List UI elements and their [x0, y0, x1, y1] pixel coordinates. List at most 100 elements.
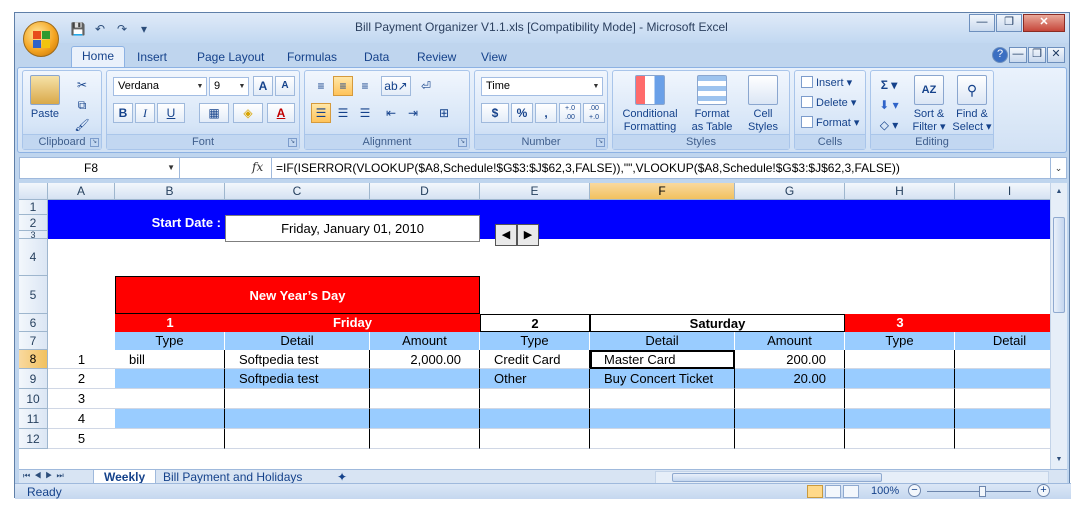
column-header-f[interactable]: F	[590, 183, 735, 200]
data-cell[interactable]	[845, 350, 955, 369]
data-cell[interactable]: Other	[480, 369, 590, 389]
cut-icon[interactable]: ✂	[71, 75, 93, 95]
italic-button[interactable]: I	[135, 103, 155, 123]
data-cell[interactable]	[480, 429, 590, 449]
conditional-formatting-button[interactable]: Conditional Formatting	[615, 75, 685, 134]
row-header-12[interactable]: 12	[19, 429, 48, 449]
column-header-h[interactable]: H	[845, 183, 955, 200]
font-size-select[interactable]: 9 ▼	[209, 77, 249, 96]
column-header-e[interactable]: E	[480, 183, 590, 200]
data-cell[interactable]	[115, 369, 225, 389]
clear-icon[interactable]: ◇ ▾	[875, 115, 903, 135]
align-bottom-icon[interactable]: ≡	[355, 76, 375, 96]
align-left-icon[interactable]: ☰	[311, 103, 331, 123]
tab-review[interactable]: Review	[407, 48, 466, 68]
font-launcher-icon[interactable]: ↘	[288, 138, 297, 147]
zoom-out-icon[interactable]: −	[908, 484, 921, 497]
format-painter-icon[interactable]: 🖌	[71, 115, 93, 135]
format-as-table-button[interactable]: Format as Table	[685, 75, 739, 134]
bold-button[interactable]: B	[113, 103, 133, 123]
column-header-i[interactable]: I	[955, 183, 1065, 200]
prev-week-icon[interactable]: ◀	[495, 224, 517, 246]
align-top-icon[interactable]: ≡	[311, 76, 331, 96]
wrap-text-icon[interactable]: ⏎	[415, 76, 437, 96]
redo-icon[interactable]: ↷	[113, 21, 131, 37]
customize-qat-icon[interactable]: ▾	[135, 21, 153, 37]
close-button[interactable]: ✕	[1023, 14, 1065, 32]
scroll-up-icon[interactable]: ▲	[1053, 185, 1065, 199]
data-cell[interactable]	[115, 409, 225, 429]
data-cell[interactable]: bill	[115, 350, 225, 369]
row-header-3[interactable]: 3	[19, 231, 48, 240]
next-week-icon[interactable]: ▶	[517, 224, 539, 246]
fill-icon[interactable]: ⬇ ▾	[875, 95, 903, 115]
data-cell[interactable]	[845, 369, 955, 389]
data-cell[interactable]: 200.00	[735, 350, 845, 369]
data-cell[interactable]: 20.00	[735, 369, 845, 389]
zoom-in-icon[interactable]: +	[1037, 484, 1050, 497]
data-cell[interactable]	[590, 429, 735, 449]
minimize-button[interactable]: —	[969, 14, 995, 32]
column-header-b[interactable]: B	[115, 183, 225, 200]
align-center-icon[interactable]: ☰	[333, 103, 353, 123]
data-cell[interactable]: Softpedia test	[225, 350, 370, 369]
data-cell[interactable]: Buy Concert Ticket	[590, 369, 735, 389]
data-cell[interactable]	[370, 429, 480, 449]
find-select-button[interactable]: ⚲ Find & Select ▾	[951, 75, 993, 134]
data-cell[interactable]: Softpedia test	[225, 369, 370, 389]
normal-view-icon[interactable]	[807, 485, 823, 498]
clipboard-launcher-icon[interactable]: ↘	[90, 138, 99, 147]
zoom-slider-knob[interactable]	[979, 486, 986, 497]
underline-button[interactable]: U	[157, 103, 185, 123]
column-header-c[interactable]: C	[225, 183, 370, 200]
cell-styles-button[interactable]: Cell Styles	[739, 75, 787, 134]
fill-color-icon[interactable]: ◈	[233, 103, 263, 123]
data-cell[interactable]	[225, 409, 370, 429]
currency-button[interactable]: $	[481, 103, 509, 123]
workbook-restore-button[interactable]: ❐	[1028, 47, 1046, 63]
maximize-button[interactable]: ❐	[996, 14, 1022, 32]
copy-icon[interactable]: ⧉	[71, 95, 93, 115]
number-format-select[interactable]: Time ▼	[481, 77, 603, 96]
row-header-8[interactable]: 8	[19, 350, 48, 369]
undo-icon[interactable]: ↶	[91, 21, 109, 37]
data-cell[interactable]	[370, 409, 480, 429]
tab-page-layout[interactable]: Page Layout	[187, 48, 274, 68]
data-cell[interactable]	[115, 429, 225, 449]
row-header-5[interactable]: 5	[19, 276, 48, 314]
data-cell[interactable]	[370, 389, 480, 409]
workbook-close-button[interactable]: ✕	[1047, 47, 1065, 63]
name-box[interactable]: F8 ▼	[20, 158, 180, 178]
formula-input[interactable]: =IF(ISERROR(VLOOKUP($A8,Schedule!$G$3:$J…	[276, 161, 900, 175]
column-header-a[interactable]: A	[48, 183, 115, 200]
data-cell[interactable]	[735, 409, 845, 429]
save-icon[interactable]: 💾	[69, 21, 87, 37]
increase-indent-icon[interactable]: ⇥	[403, 103, 423, 123]
alignment-launcher-icon[interactable]: ↘	[458, 138, 467, 147]
autosum-icon[interactable]: Σ ▾	[875, 75, 903, 95]
comma-button[interactable]: ,	[535, 103, 557, 123]
scroll-down-icon[interactable]: ▼	[1053, 453, 1065, 467]
borders-icon[interactable]: ▦	[199, 103, 229, 123]
paste-button[interactable]: Paste	[27, 75, 63, 121]
data-cell[interactable]	[115, 389, 225, 409]
row-header-6[interactable]: 6	[19, 314, 48, 332]
data-cell[interactable]	[955, 350, 1065, 369]
row-header-10[interactable]: 10	[19, 389, 48, 409]
data-cell[interactable]	[225, 389, 370, 409]
merge-center-icon[interactable]: ⊞	[429, 103, 459, 123]
vertical-scrollbar[interactable]: ▲ ▼	[1050, 183, 1067, 469]
data-cell[interactable]	[955, 409, 1065, 429]
format-cells-button[interactable]: Format ▾	[801, 115, 859, 131]
decrease-indent-icon[interactable]: ⇤	[381, 103, 401, 123]
sort-filter-button[interactable]: AZ Sort & Filter ▾	[907, 75, 951, 134]
tab-view[interactable]: View	[471, 48, 517, 68]
percent-button[interactable]: %	[511, 103, 533, 123]
data-cell[interactable]	[955, 389, 1065, 409]
insert-function-icon[interactable]: fx	[252, 160, 263, 174]
font-name-select[interactable]: Verdana ▼	[113, 77, 207, 96]
increase-decimal-button[interactable]: +.0 .00	[559, 103, 581, 123]
data-cell[interactable]	[845, 429, 955, 449]
data-cell[interactable]	[225, 429, 370, 449]
row-header-1[interactable]: 1	[19, 200, 48, 215]
